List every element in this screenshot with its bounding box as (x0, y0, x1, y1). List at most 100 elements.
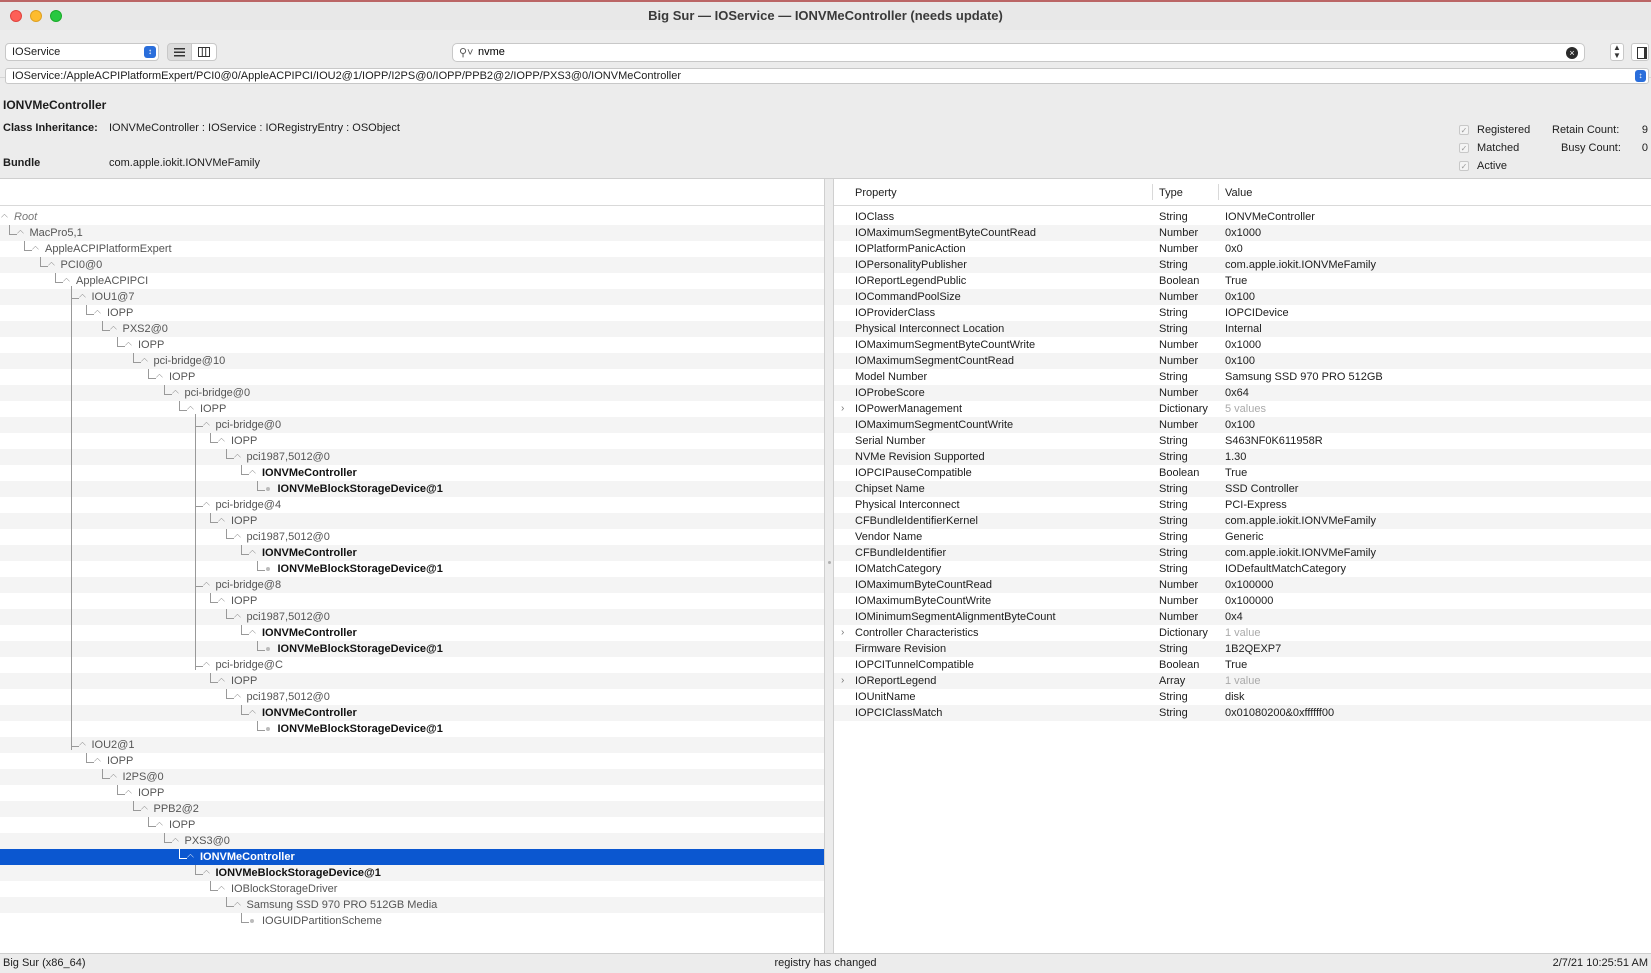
disclosure-chevron-icon[interactable]: ⌵ (249, 625, 256, 641)
disclosure-chevron-icon[interactable]: ⌵ (234, 609, 241, 625)
tree-row[interactable]: IONVMeBlockStorageDevice@1 (0, 561, 824, 577)
property-row[interactable]: NVMe Revision Supported String 1.30 (834, 449, 1651, 465)
property-row[interactable]: › IOReportLegend Array 1 value (834, 673, 1651, 689)
disclosure-chevron-icon[interactable]: ⌵ (203, 577, 210, 593)
column-header-value[interactable]: Value (1225, 187, 1252, 199)
tree-row[interactable]: ⌵ PXS3@0 (0, 833, 824, 849)
tree-row[interactable]: ⌵ pci1987,5012@0 (0, 689, 824, 705)
tree-row[interactable]: ⌵ IOPP (0, 785, 824, 801)
tree-row[interactable]: ⌵ IOPP (0, 337, 824, 353)
tree-row[interactable]: IONVMeBlockStorageDevice@1 (0, 721, 824, 737)
property-row[interactable]: IOProbeScore Number 0x64 (834, 385, 1651, 401)
disclosure-chevron-icon[interactable]: ⌵ (125, 785, 132, 801)
registry-path-field[interactable]: IOService:/AppleACPIPlatformExpert/PCI0@… (5, 68, 1649, 84)
property-row[interactable]: › IOPowerManagement Dictionary 5 values (834, 401, 1651, 417)
property-row[interactable]: IOPCIPauseCompatible Boolean True (834, 465, 1651, 481)
tree-row[interactable]: ⌵ IOPP (0, 369, 824, 385)
tree-row[interactable]: ⌵ I2PS@0 (0, 769, 824, 785)
tree-row[interactable]: IONVMeBlockStorageDevice@1 (0, 481, 824, 497)
disclosure-chevron-icon[interactable]: ⌵ (94, 753, 101, 769)
properties-pane[interactable]: Property Type Value IOClass String IONVMeC… (834, 179, 1651, 953)
disclosure-chevron-icon[interactable]: ⌵ (141, 353, 148, 369)
disclosure-chevron-icon[interactable]: ⌵ (187, 849, 194, 865)
property-row[interactable]: Physical Interconnect Location String Inte… (834, 321, 1651, 337)
tree-row[interactable]: ⌵ IONVMeController (0, 465, 824, 481)
column-header-type[interactable]: Type (1159, 187, 1183, 199)
tree-row[interactable]: ⌵ MacPro5,1 (0, 225, 824, 241)
tree-row[interactable]: ⌵ IOBlockStorageDriver (0, 881, 824, 897)
disclosure-chevron-icon[interactable]: ⌵ (1, 209, 8, 225)
column-header-property[interactable]: Property (855, 187, 897, 199)
tree-row[interactable]: IOGUIDPartitionScheme (0, 913, 824, 929)
tree-row[interactable]: ⌵ AppleACPIPlatformExpert (0, 241, 824, 257)
property-row[interactable]: Firmware Revision String 1B2QEXP7 (834, 641, 1651, 657)
property-row[interactable]: IOMinimumSegmentAlignmentByteCount Number… (834, 609, 1651, 625)
tree-row[interactable]: ⌵ Samsung SSD 970 PRO 512GB Media (0, 897, 824, 913)
property-row[interactable]: IOMatchCategory String IODefaultMatchCateg… (834, 561, 1651, 577)
tree-row[interactable]: ⌵ IOPP (0, 433, 824, 449)
disclosure-chevron-icon[interactable]: ⌵ (79, 289, 86, 305)
tree-row[interactable]: ⌵ Root (0, 209, 824, 225)
disclosure-chevron-icon[interactable]: ⌵ (32, 241, 39, 257)
disclosure-chevron-icon[interactable]: ⌵ (94, 305, 101, 321)
disclosure-chevron-icon[interactable]: ⌵ (203, 657, 210, 673)
tree-row[interactable]: ⌵ IOPP (0, 817, 824, 833)
plane-select[interactable]: IOService ↕ (5, 43, 159, 61)
inspector-toggle-button[interactable] (1631, 43, 1649, 61)
tree-row[interactable]: ⌵ pci-bridge@C (0, 657, 824, 673)
disclosure-chevron-icon[interactable]: ⌵ (234, 897, 241, 913)
disclosure-chevron-icon[interactable]: ⌵ (156, 817, 163, 833)
disclosure-chevron-icon[interactable]: ⌵ (203, 417, 210, 433)
tree-row[interactable]: ⌵ pci-bridge@0 (0, 417, 824, 433)
disclosure-chevron-icon[interactable]: ⌵ (156, 369, 163, 385)
disclosure-chevron-icon[interactable]: ⌵ (218, 673, 225, 689)
tree-row[interactable]: ⌵ IOPP (0, 673, 824, 689)
tree-row[interactable]: ⌵ IOPP (0, 513, 824, 529)
disclosure-chevron-icon[interactable]: ⌵ (203, 497, 210, 513)
property-row[interactable]: IOProviderClass String IOPCIDevice (834, 305, 1651, 321)
property-row[interactable]: IOPCITunnelCompatible Boolean True (834, 657, 1651, 673)
expand-chevron-icon[interactable]: › (841, 625, 844, 641)
tree-row[interactable]: ⌵ IONVMeController (0, 545, 824, 561)
disclosure-chevron-icon[interactable]: ⌵ (249, 465, 256, 481)
tree-row[interactable]: ⌵ IOPP (0, 305, 824, 321)
property-row[interactable]: IOCommandPoolSize Number 0x100 (834, 289, 1651, 305)
tree-row[interactable]: ⌵ IONVMeController (0, 625, 824, 641)
property-row[interactable]: IOPersonalityPublisher String com.apple.io… (834, 257, 1651, 273)
tree-row[interactable]: ⌵ pci-bridge@8 (0, 577, 824, 593)
tree-row[interactable]: ⌵ IOU2@1 (0, 737, 824, 753)
property-row[interactable]: IOPlatformPanicAction Number 0x0 (834, 241, 1651, 257)
disclosure-chevron-icon[interactable]: ⌵ (110, 321, 117, 337)
list-view-button[interactable] (167, 43, 192, 61)
property-row[interactable]: Model Number String Samsung SSD 970 PRO 51… (834, 369, 1651, 385)
disclosure-chevron-icon[interactable]: ⌵ (79, 737, 86, 753)
disclosure-chevron-icon[interactable]: ⌵ (172, 385, 179, 401)
disclosure-chevron-icon[interactable]: ⌵ (218, 433, 225, 449)
tree-row[interactable]: ⌵ IONVMeBlockStorageDevice@1 (0, 865, 824, 881)
tree-row[interactable]: ⌵ IOPP (0, 401, 824, 417)
disclosure-chevron-icon[interactable]: ⌵ (234, 449, 241, 465)
tree-row[interactable]: ⌵ pci-bridge@10 (0, 353, 824, 369)
property-row[interactable]: IOUnitName String disk (834, 689, 1651, 705)
tree-row[interactable]: IONVMeBlockStorageDevice@1 (0, 641, 824, 657)
tree-row[interactable]: ⌵ PXS2@0 (0, 321, 824, 337)
property-row[interactable]: IOMaximumSegmentCountWrite Number 0x100 (834, 417, 1651, 433)
tree-row[interactable]: ⌵ pci-bridge@0 (0, 385, 824, 401)
disclosure-chevron-icon[interactable]: ⌵ (234, 689, 241, 705)
tree-row[interactable]: ⌵ IONVMeController (0, 705, 824, 721)
property-row[interactable]: Vendor Name String Generic (834, 529, 1651, 545)
property-row[interactable]: IOClass String IONVMeController (834, 209, 1651, 225)
tree-row[interactable]: ⌵ pci1987,5012@0 (0, 449, 824, 465)
property-row[interactable]: IOMaximumSegmentByteCountRead Number 0x100… (834, 225, 1651, 241)
property-row[interactable]: Serial Number String S463NF0K611958R (834, 433, 1651, 449)
tree-row[interactable]: ⌵ IOU1@7 (0, 289, 824, 305)
disclosure-chevron-icon[interactable]: ⌵ (249, 545, 256, 561)
disclosure-chevron-icon[interactable]: ⌵ (63, 273, 70, 289)
property-row[interactable]: CFBundleIdentifierKernel String com.apple.… (834, 513, 1651, 529)
property-row[interactable]: IOReportLegendPublic Boolean True (834, 273, 1651, 289)
search-field[interactable]: ⚲˅ × (452, 43, 1585, 62)
disclosure-chevron-icon[interactable]: ⌵ (187, 401, 194, 417)
disclosure-chevron-icon[interactable]: ⌵ (141, 801, 148, 817)
property-row[interactable]: Chipset Name String SSD Controller (834, 481, 1651, 497)
disclosure-chevron-icon[interactable]: ⌵ (218, 593, 225, 609)
